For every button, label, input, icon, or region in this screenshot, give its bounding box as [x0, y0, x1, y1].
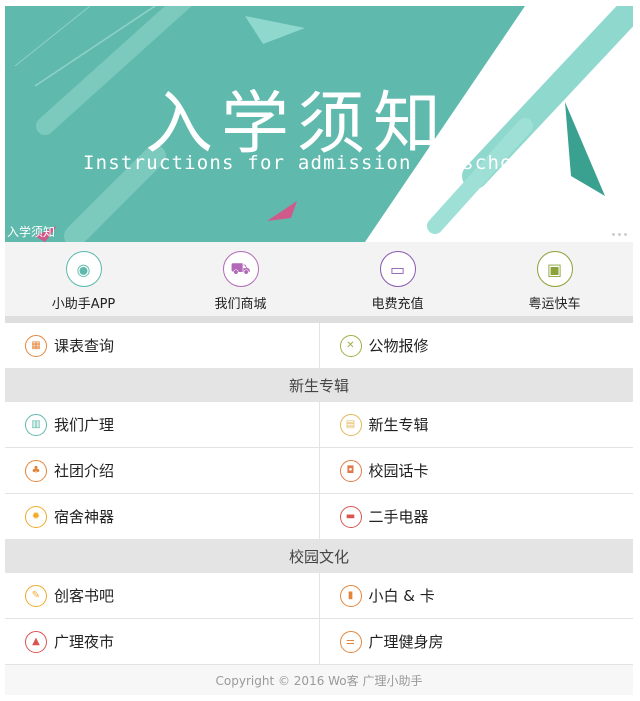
grid-item-label: 广理健身房	[368, 633, 444, 651]
quick-link-label: 小助手APP	[51, 297, 116, 312]
grid-item-laptop[interactable]: ▬ 二手电器	[318, 494, 634, 539]
grid-item-palette[interactable]: ✎ 创客书吧	[5, 573, 319, 618]
grid-row: ✹ 宿舍神器 ▬ 二手电器	[5, 494, 633, 540]
quick-link-owl[interactable]: ◉ 小助手APP	[5, 242, 162, 316]
grid-item-label: 公物报修	[368, 337, 429, 355]
book-icon: ▤	[339, 413, 362, 436]
bus-icon: ▣	[536, 251, 573, 287]
buildings-icon: ▥	[25, 413, 47, 436]
cart-icon: ⛟	[222, 251, 259, 287]
quick-links-bar: ◉ 小助手APP ⛟ 我们商城 ▭ 电费充值 ▣ 粤运快车	[5, 242, 633, 316]
quick-link-bus[interactable]: ▣ 粤运快车	[476, 242, 633, 316]
grid-item-label: 二手电器	[368, 508, 429, 526]
grid-item-label: 新生专辑	[368, 416, 429, 434]
card-icon: ◘	[339, 459, 362, 482]
quick-link-label: 我们商城	[214, 297, 267, 312]
footer-copyright: Copyright © 2016 Wo客 广理小助手	[5, 665, 633, 695]
book-open-icon: ▮	[339, 584, 362, 607]
palette-icon: ✎	[25, 584, 47, 607]
grid-item-label: 创客书吧	[54, 587, 115, 605]
service-grid: ▦ 课表查询 ✕ 公物报修新生专辑 ▥ 我们广理 ▤ 新生专辑 ♣ 社团介绍 ◘ 校园话卡 ✹ 宿舍神器 ▬…	[5, 323, 633, 665]
quick-link-label: 电费充值	[371, 297, 424, 312]
grid-item-book-open[interactable]: ▮ 小白 & 卡	[318, 573, 634, 618]
owl-icon: ◉	[65, 251, 102, 287]
grid-item-label: 小白 & 卡	[368, 587, 435, 605]
grid-item-card[interactable]: ◘ 校园话卡	[318, 448, 634, 493]
page: 入学须知 Instructions for admission to schoo…	[5, 0, 633, 695]
laptop-icon: ▬	[339, 505, 362, 528]
grid-item-buildings[interactable]: ▥ 我们广理	[5, 402, 319, 447]
quick-link-battery[interactable]: ▭ 电费充值	[319, 242, 476, 316]
sun-icon: ✹	[25, 505, 47, 528]
grid-item-label: 我们广理	[54, 416, 115, 434]
carousel-dots[interactable]	[612, 233, 627, 236]
grid-row: ✎ 创客书吧 ▮ 小白 & 卡	[5, 573, 633, 619]
carousel-dot[interactable]	[618, 233, 621, 236]
grid-row: ▥ 我们广理 ▤ 新生专辑	[5, 402, 633, 448]
battery-icon: ▭	[379, 251, 416, 287]
section-header: 校园文化	[5, 540, 633, 573]
grid-item-label: 宿舍神器	[54, 508, 115, 526]
tent-icon: ▲	[25, 630, 47, 653]
grid-item-label: 社团介绍	[54, 462, 115, 480]
grid-item-wrench[interactable]: ✕ 公物报修	[318, 323, 634, 368]
banner-subtitle: Instructions for admission to school	[83, 152, 539, 174]
dumbbell-icon: ⚌	[339, 630, 362, 653]
banner-carousel[interactable]: 入学须知 Instructions for admission to schoo…	[5, 6, 633, 242]
grid-item-label: 课表查询	[54, 337, 115, 355]
grid-item-sun[interactable]: ✹ 宿舍神器	[5, 494, 319, 539]
grid-item-dumbbell[interactable]: ⚌ 广理健身房	[318, 619, 634, 664]
grid-row: ▲ 广理夜市 ⚌ 广理健身房	[5, 619, 633, 665]
group-icon: ♣	[25, 459, 47, 482]
quick-link-label: 粤运快车	[528, 297, 581, 312]
grid-row: ▦ 课表查询 ✕ 公物报修	[5, 323, 633, 369]
grid-item-group[interactable]: ♣ 社团介绍	[5, 448, 319, 493]
grid-row: ♣ 社团介绍 ◘ 校园话卡	[5, 448, 633, 494]
quick-link-cart[interactable]: ⛟ 我们商城	[162, 242, 319, 316]
carousel-dot[interactable]	[624, 233, 627, 236]
grid-item-book[interactable]: ▤ 新生专辑	[318, 402, 634, 447]
carousel-dot[interactable]	[612, 233, 615, 236]
grid-item-calendar[interactable]: ▦ 课表查询	[5, 323, 319, 368]
banner-caption: 入学须知	[7, 225, 56, 239]
section-header: 新生专辑	[5, 369, 633, 402]
grid-item-label: 校园话卡	[368, 462, 429, 480]
grid-item-tent[interactable]: ▲ 广理夜市	[5, 619, 319, 664]
divider	[5, 316, 633, 323]
wrench-icon: ✕	[339, 334, 362, 357]
grid-item-label: 广理夜市	[54, 633, 115, 651]
calendar-icon: ▦	[25, 334, 47, 357]
